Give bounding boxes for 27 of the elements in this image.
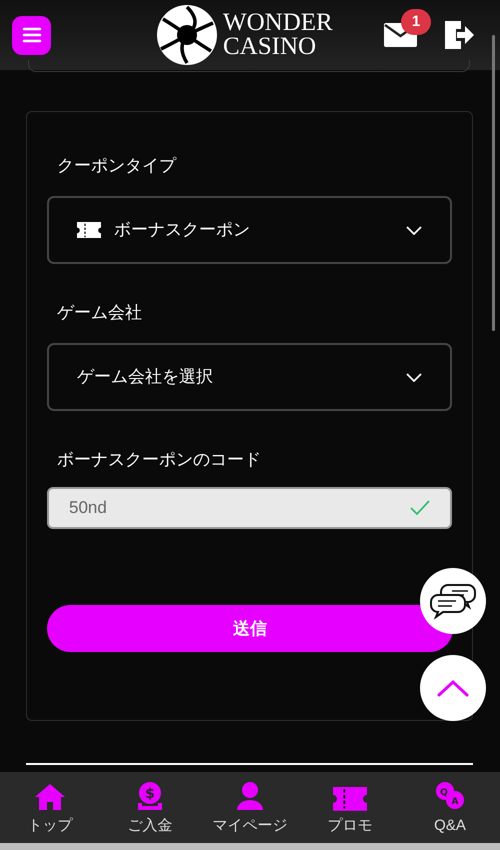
logo-text: CASINO <box>223 35 318 59</box>
logo-text: WONDER <box>223 11 333 35</box>
select-field[interactable]: ボーナスクーポン <box>47 196 452 264</box>
nav-item[interactable]: Q A Q&A <box>400 772 500 843</box>
home-icon <box>34 782 66 810</box>
nav-item[interactable]: マイページ <box>200 772 300 843</box>
ticket-icon <box>333 786 367 810</box>
field-label: クーポンタイプ <box>56 155 178 177</box>
nav-item[interactable]: トップ <box>0 772 100 843</box>
menu-icon <box>22 27 42 43</box>
notification-badge: 1 <box>401 9 431 35</box>
select-field[interactable]: ゲーム会社を選択 <box>47 343 452 411</box>
ticket-icon <box>77 222 101 238</box>
menu-button[interactable] <box>12 16 51 54</box>
field-label: ボーナスクーポンのコード <box>56 449 262 471</box>
logo-icon <box>155 3 219 67</box>
logout-icon[interactable] <box>443 19 475 51</box>
chevron-up-icon <box>437 679 469 697</box>
nav-item[interactable]: プロモ <box>300 772 400 843</box>
chevron-down-icon <box>406 226 422 234</box>
chat-icon <box>430 581 476 621</box>
submit-button[interactable]: 送信 <box>47 605 453 652</box>
nav-item[interactable]: $ ご入金 <box>100 772 200 843</box>
chevron-down-icon <box>406 372 422 382</box>
user-icon <box>236 780 264 810</box>
input-field[interactable]: 50nd <box>47 487 452 529</box>
field-label: ゲーム会社 <box>56 302 143 324</box>
